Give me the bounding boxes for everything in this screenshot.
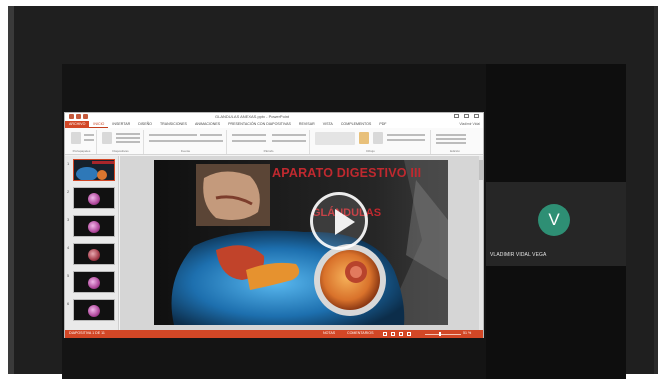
tab-view[interactable]: VISTA	[319, 121, 337, 128]
histology-image	[88, 221, 100, 233]
thumbnail-number: 2	[67, 189, 70, 194]
tab-animations[interactable]: ANIMACIONES	[191, 121, 224, 128]
close-icon[interactable]	[474, 114, 479, 118]
histology-image	[88, 277, 100, 289]
tab-review[interactable]: REVISAR	[295, 121, 319, 128]
vertical-scrollbar[interactable]	[479, 156, 483, 330]
thumbnail-item[interactable]: 5	[67, 271, 117, 295]
slide-editing-area: APARATO DIGESTIVO III GLÁNDULAS	[120, 156, 483, 330]
thumbnail-slide[interactable]	[73, 159, 115, 181]
thumbnail-slide[interactable]	[73, 271, 115, 293]
zoom-slider-knob[interactable]	[439, 332, 441, 336]
powerpoint-window: GLANDULAS ANEXAS.pptx - PowerPoint ARCHI…	[64, 112, 484, 338]
tab-addins[interactable]: COMPLEMENTOS	[337, 121, 376, 128]
slide-counter: DIAPOSITIVA 1 DE 11	[69, 331, 105, 335]
avatar: V	[538, 204, 570, 236]
thumbnail-item[interactable]: 1	[67, 159, 117, 183]
slideshow-icon[interactable]	[407, 332, 411, 336]
ribbon-group-clipboard: Portapapeles	[67, 130, 97, 154]
ribbon-group-editing: Edición	[432, 130, 478, 154]
tab-file[interactable]: ARCHIVO	[65, 121, 90, 128]
video-play-button[interactable]	[310, 192, 368, 250]
meeting-window: GLANDULAS ANEXAS.pptx - PowerPoint ARCHI…	[8, 6, 658, 379]
thumbnail-item[interactable]: 3	[67, 215, 117, 239]
thumbnail-item[interactable]: 6	[67, 299, 117, 323]
redo-icon[interactable]	[83, 114, 88, 119]
thumbnail-image	[74, 160, 114, 180]
ribbon-group-paragraph: Párrafo	[228, 130, 310, 154]
tab-slideshow[interactable]: PRESENTACIÓN CON DIAPOSITIVAS	[224, 121, 295, 128]
minimize-icon[interactable]	[454, 114, 459, 118]
paste-icon[interactable]	[71, 132, 81, 144]
scrollbar-thumb[interactable]	[479, 160, 483, 180]
participant-tile[interactable]: V VLADIMIR VIDAL VEGA	[486, 182, 626, 266]
screen-share-area: GLANDULAS ANEXAS.pptx - PowerPoint ARCHI…	[62, 64, 486, 379]
thumbnail-item[interactable]: 2	[67, 187, 117, 211]
group-label: Diapositivas	[112, 149, 129, 153]
comments-button[interactable]: COMENTARIOS	[347, 331, 374, 335]
thumbnail-slide[interactable]	[73, 187, 115, 209]
slide-thumbnails-pane[interactable]: 1 2 3 4 5 6	[65, 156, 119, 330]
ribbon-group-drawing: Dibujo	[311, 130, 431, 154]
tab-home[interactable]: INICIO	[89, 121, 109, 128]
undo-icon[interactable]	[76, 114, 81, 119]
tab-insert[interactable]: INSERTAR	[108, 121, 134, 128]
histology-image	[88, 305, 100, 317]
group-label: Edición	[450, 149, 460, 153]
histology-image	[88, 193, 100, 205]
zoom-slider[interactable]	[425, 333, 461, 335]
screenshot-frame: GLANDULAS ANEXAS.pptx - PowerPoint ARCHI…	[0, 0, 664, 379]
group-label: Dibujo	[366, 149, 375, 153]
thumbnail-number: 3	[67, 217, 70, 222]
status-bar: DIAPOSITIVA 1 DE 11 NOTAS COMENTARIOS 51…	[65, 330, 483, 338]
thumbnail-number: 4	[67, 245, 70, 250]
quick-styles-icon[interactable]	[373, 132, 383, 144]
play-icon	[335, 209, 355, 235]
slide-title: APARATO DIGESTIVO III	[272, 166, 422, 180]
powerpoint-titlebar: GLANDULAS ANEXAS.pptx - PowerPoint	[65, 113, 483, 121]
group-label: Párrafo	[263, 149, 274, 153]
reading-view-icon[interactable]	[399, 332, 403, 336]
slide-illustration	[154, 160, 448, 325]
histology-image	[88, 249, 100, 261]
normal-view-icon[interactable]	[383, 332, 387, 336]
tab-transitions[interactable]: TRANSICIONES	[156, 121, 191, 128]
user-account[interactable]: Vladimir Vidal	[459, 121, 480, 128]
participants-panel: V VLADIMIR VIDAL VEGA	[486, 64, 626, 379]
save-icon[interactable]	[69, 114, 74, 119]
notes-button[interactable]: NOTAS	[323, 331, 335, 335]
thumbnail-slide[interactable]	[73, 243, 115, 265]
new-slide-icon[interactable]	[102, 132, 112, 144]
current-slide[interactable]: APARATO DIGESTIVO III GLÁNDULAS	[154, 160, 448, 325]
thumbnail-number: 6	[67, 301, 70, 306]
window-controls	[454, 114, 479, 118]
ribbon-tabs: ARCHIVO INICIO INSERTAR DISEÑO TRANSICIO…	[65, 121, 483, 128]
maximize-icon[interactable]	[464, 114, 469, 118]
thumbnail-slide[interactable]	[73, 299, 115, 321]
participant-name: VLADIMIR VIDAL VEGA	[490, 252, 547, 258]
thumbnail-slide[interactable]	[73, 215, 115, 237]
tab-design[interactable]: DISEÑO	[134, 121, 156, 128]
ribbon-group-font: Fuente	[145, 130, 227, 154]
slide-sorter-icon[interactable]	[391, 332, 395, 336]
thumbnail-number: 1	[67, 161, 70, 166]
shapes-gallery[interactable]	[315, 132, 355, 145]
thumbnail-item[interactable]: 4	[67, 243, 117, 267]
thumbnail-number: 5	[67, 273, 70, 278]
ribbon-group-slides: Diapositivas	[98, 130, 144, 154]
zoom-level[interactable]: 51 %	[463, 331, 471, 335]
quick-access-toolbar	[69, 114, 88, 119]
window-title: GLANDULAS ANEXAS.pptx - PowerPoint	[215, 114, 290, 119]
tab-pdf[interactable]: PDF	[375, 121, 390, 128]
meeting-stage: GLANDULAS ANEXAS.pptx - PowerPoint ARCHI…	[62, 64, 626, 379]
group-label: Fuente	[180, 149, 191, 153]
ribbon: Portapapeles Diapositivas Fuente Párrafo…	[65, 128, 483, 155]
arrange-icon[interactable]	[359, 132, 369, 144]
group-label: Portapapeles	[72, 149, 91, 153]
